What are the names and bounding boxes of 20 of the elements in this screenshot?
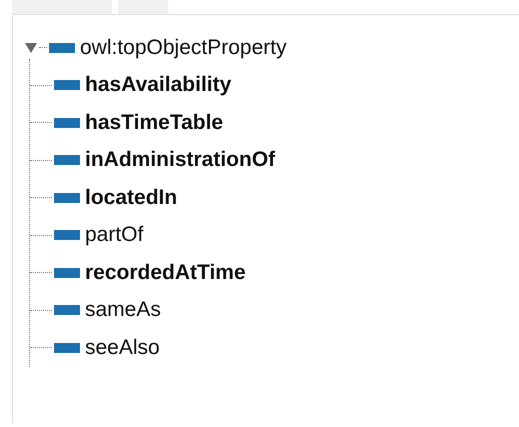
tree-item[interactable]: seeAlso xyxy=(85,336,160,360)
property-icon xyxy=(54,192,80,203)
expand-toggle-icon[interactable] xyxy=(25,42,37,53)
tree-item[interactable]: owl:topObjectProperty xyxy=(80,36,287,60)
tree-item[interactable]: inAdministrationOf xyxy=(85,148,276,172)
property-icon xyxy=(49,42,75,53)
property-icon xyxy=(54,305,80,316)
tree-item[interactable]: hasAvailability xyxy=(85,73,232,98)
property-icon xyxy=(54,80,80,90)
tree-item[interactable]: hasTimeTable xyxy=(85,110,224,135)
property-icon xyxy=(54,268,80,278)
tree-item[interactable]: partOf xyxy=(85,223,144,248)
tree-item[interactable]: locatedIn xyxy=(85,186,178,210)
property-icon xyxy=(54,342,80,353)
property-icon xyxy=(54,118,80,128)
tab-strip xyxy=(118,0,168,14)
tree-item[interactable]: recordedAtTime xyxy=(85,260,246,285)
tree-item[interactable]: sameAs xyxy=(85,298,161,322)
property-icon xyxy=(54,155,80,166)
property-icon xyxy=(54,230,80,240)
